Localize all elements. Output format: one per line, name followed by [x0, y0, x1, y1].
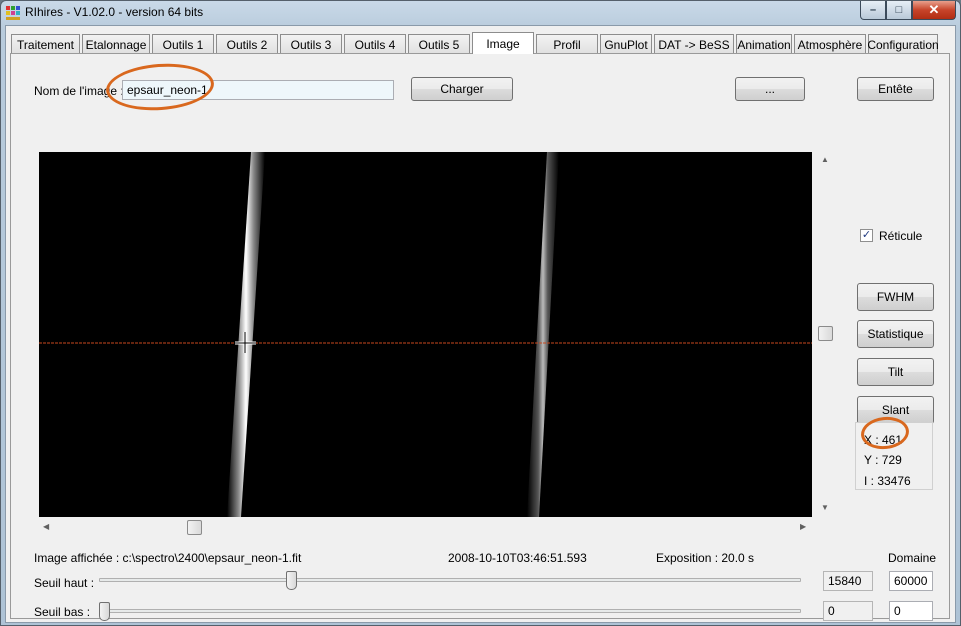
image-date: 2008-10-10T03:46:51.593 — [448, 551, 587, 565]
checkmark-icon: ✓ — [861, 229, 872, 241]
image-horizontal-scrollbar[interactable]: ◀ ▶ — [39, 519, 812, 536]
tab-outils-3[interactable]: Outils 3 — [280, 34, 342, 54]
low-threshold-track — [99, 609, 801, 613]
high-threshold-label: Seuil haut : — [34, 576, 95, 590]
horizontal-scroll-thumb[interactable] — [187, 520, 202, 535]
high-threshold-track — [99, 578, 801, 582]
vertical-scroll-thumb[interactable] — [818, 326, 833, 341]
load-button[interactable]: Charger — [411, 77, 513, 101]
minimize-icon: – — [869, 4, 877, 16]
coordinates-panel: X : 461 Y : 729 I : 33476 — [855, 422, 933, 490]
app-logo-icon — [6, 6, 20, 20]
high-threshold-slider[interactable] — [285, 571, 297, 590]
scroll-left-icon[interactable]: ◀ — [43, 522, 49, 531]
high-domain-input[interactable] — [889, 571, 933, 591]
tab-outils-4[interactable]: Outils 4 — [344, 34, 406, 54]
header-button[interactable]: Entête — [857, 77, 934, 101]
intensity-value: I : 33476 — [864, 474, 911, 488]
image-name-label: Nom de l'image : — [34, 84, 124, 98]
low-threshold-label: Seuil bas : — [34, 605, 91, 619]
image-tab-panel: Nom de l'image : Charger ... Entête — [10, 53, 950, 621]
displayed-image-path: Image affichée : c:\spectro\2400\epsaur_… — [34, 551, 302, 565]
spectral-line-dim — [527, 152, 559, 517]
statistics-button[interactable]: Statistique — [857, 320, 934, 348]
tab-outils-1[interactable]: Outils 1 — [152, 34, 214, 54]
reticle-label: Réticule — [879, 229, 923, 243]
tab-atmosph-re[interactable]: Atmosphère — [794, 34, 866, 54]
maximize-icon: □ — [895, 4, 903, 16]
image-vertical-scrollbar[interactable]: ▲ ▼ — [817, 152, 834, 517]
image-viewer[interactable] — [39, 152, 812, 517]
tab-traitement[interactable]: Traitement — [11, 34, 80, 54]
spectrum-image — [39, 152, 812, 517]
tab-animation[interactable]: Animation — [736, 34, 792, 54]
image-name-input[interactable] — [122, 80, 394, 100]
domain-label: Domaine — [888, 551, 937, 565]
close-icon: ✕ — [928, 2, 940, 17]
fwhm-button[interactable]: FWHM — [857, 283, 934, 311]
window-title: RIhires - V1.02.0 - version 64 bits — [25, 5, 204, 19]
low-threshold-slider[interactable] — [99, 602, 110, 621]
scroll-down-icon[interactable]: ▼ — [821, 503, 829, 512]
y-coordinate: Y : 729 — [864, 453, 902, 467]
client-area: Traitement Etalonnage Outils 1 Outils 2 Outi… — [5, 25, 956, 623]
tab-outils-2[interactable]: Outils 2 — [216, 34, 278, 54]
maximize-button[interactable]: □ — [886, 1, 912, 20]
x-coordinate: X : 461 — [864, 433, 903, 447]
low-domain-input[interactable] — [889, 601, 933, 621]
reticle-checkbox[interactable]: ✓ — [860, 229, 873, 242]
tab-gnuplot[interactable]: GnuPlot — [600, 34, 652, 54]
minimize-button[interactable]: – — [860, 1, 886, 20]
scroll-right-icon[interactable]: ▶ — [800, 522, 806, 531]
tab-bar: Traitement Etalonnage Outils 1 Outils 2 Outi… — [11, 32, 940, 54]
app-window: RIhires - V1.02.0 - version 64 bits – □ … — [0, 0, 961, 626]
slant-button[interactable]: Slant — [857, 396, 934, 424]
tab-etalonnage[interactable]: Etalonnage — [82, 34, 150, 54]
high-threshold-value — [823, 571, 873, 591]
exposure-time: Exposition : 20.0 s — [656, 551, 755, 565]
title-bar[interactable]: RIhires - V1.02.0 - version 64 bits – □ … — [1, 1, 960, 25]
tab-image[interactable]: Image — [472, 32, 534, 54]
tab-profil[interactable]: Profil — [536, 34, 598, 54]
tab-dat-bess[interactable]: DAT -> BeSS — [654, 34, 734, 54]
scroll-up-icon[interactable]: ▲ — [821, 155, 829, 164]
tab-outils-5[interactable]: Outils 5 — [408, 34, 470, 54]
browse-button[interactable]: ... — [735, 77, 805, 101]
low-threshold-value — [823, 601, 873, 621]
tab-configuration[interactable]: Configuration — [867, 34, 939, 54]
tilt-button[interactable]: Tilt — [857, 358, 934, 386]
close-button[interactable]: ✕ — [912, 1, 956, 20]
